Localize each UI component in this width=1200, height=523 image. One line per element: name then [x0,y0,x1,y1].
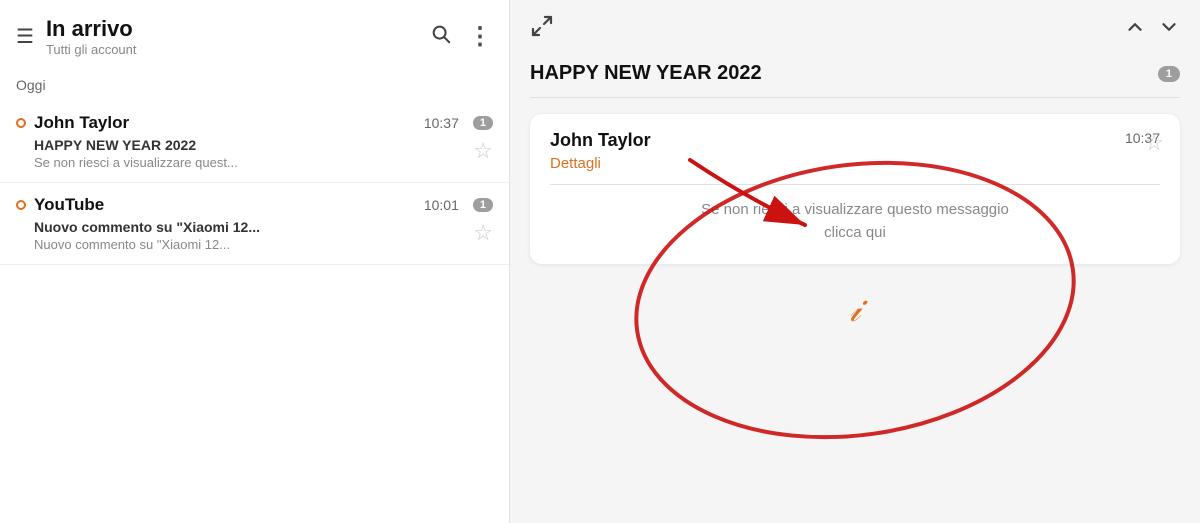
card-star-button[interactable]: ☆ [1144,130,1164,156]
right-panel-subject-text: HAPPY NEW YEAR 2022 [530,62,762,85]
expand-icon[interactable] [530,14,554,44]
card-header-row: John Taylor 10:37 [550,130,1160,151]
star-button[interactable]: ☆ [473,140,493,162]
nav-up-arrow[interactable] [1124,16,1146,43]
card-sender-name: John Taylor [550,130,651,151]
email-subject-line2: Nuovo commento su "Xiaomi 12... [34,237,493,252]
star-button[interactable]: ☆ [473,222,493,244]
header-title-block: In arrivo Tutti gli account [46,16,418,57]
email-time: 10:01 [424,197,459,213]
more-options-icon[interactable]: ⋮ [468,22,493,51]
card-body-line2: clicca qui [824,224,886,241]
right-panel-header [510,0,1200,58]
right-panel-inner: HAPPY NEW YEAR 2022 1 John Taylor 10:37 … [510,0,1200,523]
today-label: Oggi [0,69,509,101]
nav-down-arrow[interactable] [1158,16,1180,43]
right-panel-subject-bar: HAPPY NEW YEAR 2022 1 [510,58,1200,97]
subject-divider [530,97,1180,98]
header-action-icons: ⋮ [430,22,493,51]
unread-indicator [16,118,26,128]
email-item-john-taylor[interactable]: John Taylor 10:37 1 HAPPY NEW YEAR 2022 … [0,101,509,183]
unread-indicator [16,200,26,210]
left-panel: ☰ In arrivo Tutti gli account ⋮ Oggi Joh… [0,0,510,523]
inbox-title: In arrivo [46,16,418,42]
signature-area: 𝒾 [510,280,1200,339]
email-badge: 1 [473,116,493,130]
email-sender: YouTube [34,195,416,215]
email-header: ☰ In arrivo Tutti gli account ⋮ [0,0,509,69]
card-divider [550,184,1160,185]
email-sender: John Taylor [34,113,416,133]
email-subject: HAPPY NEW YEAR 2022 [34,137,493,153]
card-body-line1: Se non riesci a visualizzare questo mess… [701,201,1009,218]
nav-arrows [1124,16,1180,43]
email-preview: Se non riesci a visualizzare quest... [34,155,493,170]
hamburger-menu-icon[interactable]: ☰ [16,24,34,49]
right-panel-badge: 1 [1158,66,1180,82]
email-item-youtube[interactable]: YouTube 10:01 1 Nuovo commento su "Xiaom… [0,183,509,265]
email-card: John Taylor 10:37 Dettagli Se non riesci… [530,114,1180,264]
email-subject-line1: Nuovo commento su "Xiaomi 12... [34,219,493,235]
email-time: 10:37 [424,115,459,131]
email-row1: YouTube 10:01 1 [16,195,493,215]
card-details-link[interactable]: Dettagli [550,155,1160,172]
email-badge: 1 [473,198,493,212]
inbox-subtitle: Tutti gli account [46,42,418,57]
card-body: Se non riesci a visualizzare questo mess… [550,199,1160,244]
signature-icon: 𝒾 [849,288,861,331]
search-icon[interactable] [430,23,452,51]
right-panel: HAPPY NEW YEAR 2022 1 John Taylor 10:37 … [510,0,1200,523]
email-row1: John Taylor 10:37 1 [16,113,493,133]
